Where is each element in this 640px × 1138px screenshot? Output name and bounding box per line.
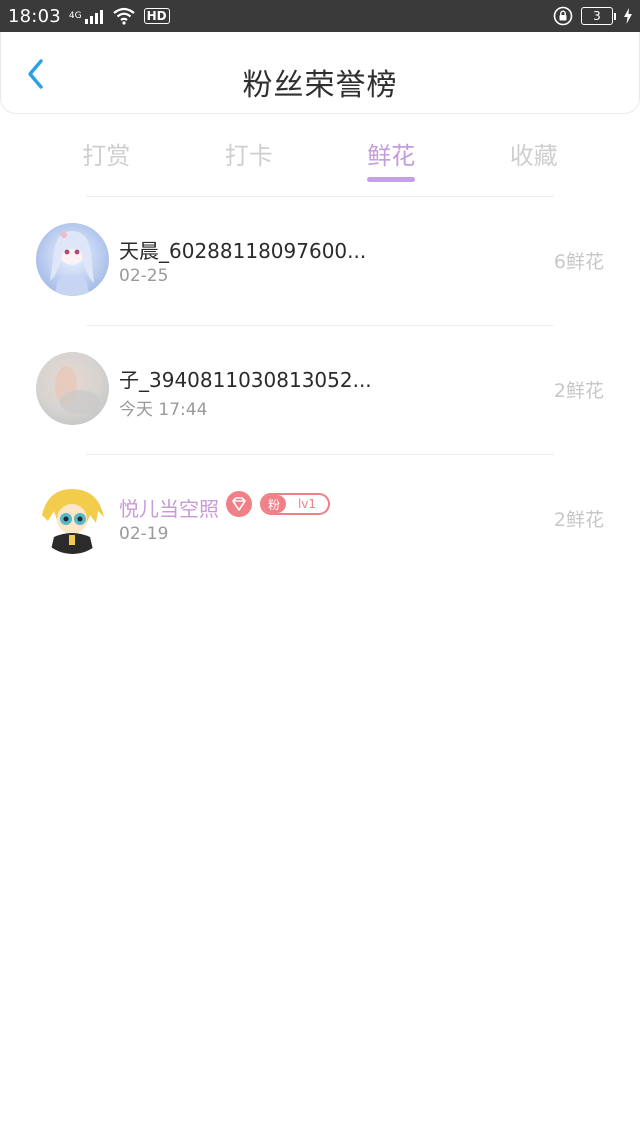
- user-badges: 粉 lv1: [226, 491, 330, 517]
- item-time: 今天 17:44: [119, 400, 208, 420]
- user-name: 悦儿当空照: [119, 497, 219, 521]
- flower-count: 2鲜花: [553, 380, 604, 402]
- fan-badge-level: lv1: [297, 497, 317, 511]
- tab-bar: 打赏 打卡 鲜花 收藏: [35, 132, 605, 188]
- user-name: 天晨_60288118097600...: [119, 239, 367, 263]
- diamond-icon: [226, 491, 252, 517]
- tab-label: 鲜花: [367, 142, 416, 170]
- tab-label: 打卡: [224, 142, 273, 170]
- wifi-icon: [112, 7, 136, 25]
- header-bar: 粉丝荣誉榜: [0, 32, 640, 114]
- active-tab-indicator: [367, 177, 416, 182]
- tab-label: 打赏: [82, 142, 131, 170]
- fan-level-badge: 粉 lv1: [260, 493, 330, 515]
- flower-count: 2鲜花: [553, 509, 604, 531]
- page-title: 粉丝荣誉榜: [242, 68, 398, 103]
- user-name: 子_3940811030813052...: [119, 368, 372, 392]
- hd-icon: HD: [143, 8, 170, 24]
- list-item[interactable]: 天晨_60288118097600... 02-25 6鲜花: [0, 197, 640, 325]
- battery-icon: 3: [581, 7, 616, 25]
- tab-favorites[interactable]: 收藏: [463, 132, 606, 188]
- item-time: 02-25: [119, 266, 169, 286]
- list-item[interactable]: 子_3940811030813052... 今天 17:44 2鲜花: [0, 326, 640, 454]
- status-time: 18:03: [8, 5, 61, 27]
- avatar[interactable]: [36, 223, 109, 296]
- tab-reward[interactable]: 打赏: [35, 132, 178, 188]
- avatar[interactable]: [36, 481, 109, 554]
- status-bar: 18:03 4G HD 3: [0, 0, 640, 32]
- battery-level: 3: [581, 7, 613, 25]
- signal-icon: 4G: [69, 8, 104, 24]
- flower-count: 6鲜花: [553, 251, 604, 273]
- tab-flowers[interactable]: 鲜花: [320, 132, 463, 188]
- lock-rotation-icon: [553, 6, 573, 26]
- fans-list: 天晨_60288118097600... 02-25 6鲜花 子_3940811…: [0, 196, 640, 583]
- tab-label: 收藏: [509, 142, 558, 170]
- hd-label: HD: [143, 8, 170, 24]
- network-label: 4G: [68, 10, 82, 21]
- charging-icon: [624, 8, 632, 24]
- tab-checkin[interactable]: 打卡: [178, 132, 321, 188]
- avatar[interactable]: [36, 352, 109, 425]
- fan-badge-label: 粉: [262, 495, 286, 513]
- item-time: 02-19: [119, 524, 169, 544]
- list-item[interactable]: 悦儿当空照 粉 lv1 02-19 2鲜花: [0, 455, 640, 583]
